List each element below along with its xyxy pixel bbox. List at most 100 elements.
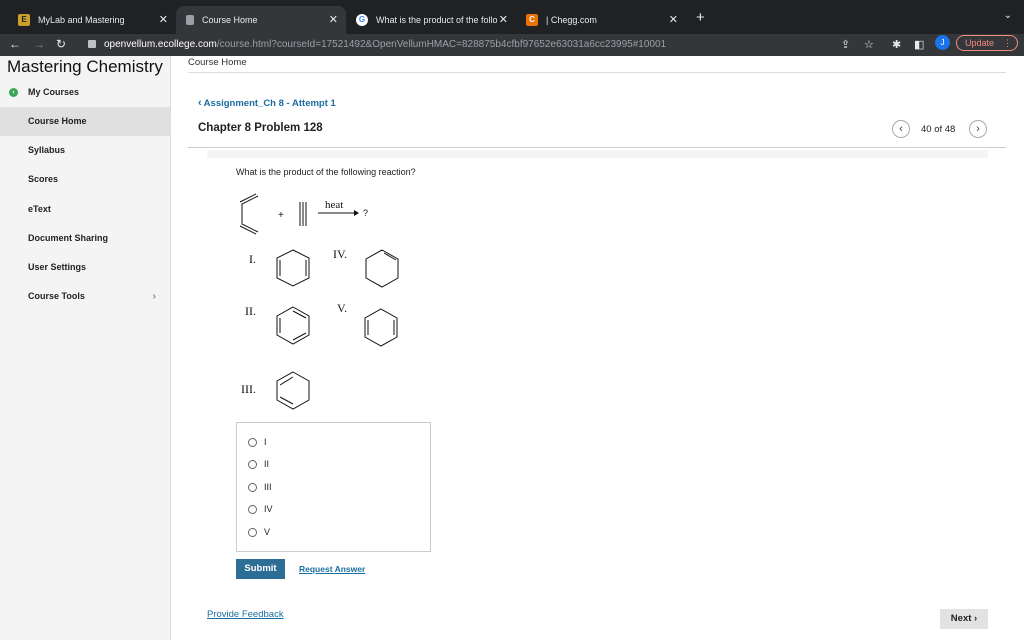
- sidebar: Mastering Chemistry ‹ My Courses Course …: [0, 56, 171, 640]
- tab-google-search[interactable]: G What is the product of the follo ✕: [346, 6, 516, 34]
- reaction-product: ?: [363, 208, 368, 218]
- option-label: V: [264, 527, 271, 537]
- page-icon: [186, 15, 194, 25]
- chevron-right-icon: ›: [152, 291, 156, 302]
- plus-sign: +: [278, 210, 284, 221]
- request-answer-link[interactable]: Request Answer: [299, 564, 365, 574]
- option-label: IV: [264, 504, 273, 514]
- product-structures: I. IV. II. V. III.: [236, 244, 406, 414]
- share-icon[interactable]: ⇪: [841, 38, 850, 51]
- option-label: III: [264, 482, 272, 492]
- tab-label: Course Home: [202, 15, 258, 25]
- radio-button[interactable]: [248, 438, 257, 448]
- sidebar-item-etext[interactable]: eText: [0, 195, 170, 224]
- url-host: openvellum.ecollege.com: [104, 39, 217, 50]
- sidebar-item-course-tools[interactable]: Course Tools ›: [0, 282, 170, 311]
- chevron-left-icon: ‹: [198, 97, 202, 109]
- sidebar-item-label: Course Tools: [28, 291, 85, 301]
- next-label: Next: [950, 613, 972, 624]
- divider: [188, 72, 1006, 73]
- structure-ii: [276, 306, 310, 345]
- tab-mylab[interactable]: E MyLab and Mastering ✕: [8, 6, 176, 34]
- profile-avatar[interactable]: J: [935, 35, 950, 50]
- provide-feedback-link[interactable]: Provide Feedback: [207, 609, 284, 620]
- question-text: What is the product of the following rea…: [236, 167, 416, 177]
- tab-chegg[interactable]: C | Chegg.com ✕: [516, 6, 686, 34]
- sidebar-item-scores[interactable]: Scores: [0, 165, 170, 194]
- address-bar: ← → ↻ openvellum.ecollege.com/course.htm…: [0, 34, 1024, 56]
- star-icon[interactable]: ☆: [864, 38, 874, 51]
- breadcrumb: Course Home: [188, 57, 247, 68]
- option-iv[interactable]: IV: [248, 504, 273, 518]
- arrowhead: [354, 210, 359, 216]
- option-v[interactable]: V: [248, 527, 270, 541]
- option-label: II: [264, 459, 270, 469]
- option-iii[interactable]: III: [248, 482, 272, 496]
- close-tab-icon[interactable]: ✕: [329, 13, 338, 26]
- submit-button[interactable]: Submit: [236, 559, 285, 579]
- close-tab-icon[interactable]: ✕: [159, 13, 168, 26]
- reload-icon[interactable]: ↻: [56, 37, 66, 51]
- tab-label: | Chegg.com: [546, 15, 597, 25]
- sidebar-item-course-home[interactable]: Course Home: [0, 107, 170, 136]
- sidebar-item-document-sharing[interactable]: Document Sharing: [0, 224, 170, 253]
- radio-button[interactable]: [248, 528, 257, 538]
- alkyne-structure: [299, 202, 307, 226]
- sidebar-item-user-settings[interactable]: User Settings: [0, 253, 170, 282]
- sidebar-item-syllabus[interactable]: Syllabus: [0, 136, 170, 165]
- option-label: I: [264, 437, 267, 447]
- google-icon: G: [356, 14, 368, 26]
- sidebar-item-label: Syllabus: [28, 145, 66, 155]
- back-icon[interactable]: ←: [9, 37, 21, 51]
- close-tab-icon[interactable]: ✕: [499, 13, 508, 26]
- pager-count: 40 of 48: [921, 124, 956, 135]
- tab-label: MyLab and Mastering: [38, 15, 125, 25]
- structure-iii: [276, 371, 310, 410]
- assignment-link-label: Assignment_Ch 8 - Attempt 1: [203, 98, 336, 109]
- answer-options: I II III IV V: [236, 422, 431, 552]
- more-icon: ⋮: [1003, 38, 1012, 48]
- update-button[interactable]: Update ⋮: [956, 35, 1018, 51]
- update-label: Update: [965, 38, 995, 48]
- tab-label: What is the product of the follo: [376, 15, 498, 25]
- structure-v: [364, 308, 398, 347]
- sidebar-item-label: eText: [28, 204, 51, 214]
- sidebar-item-label: Document Sharing: [28, 233, 109, 243]
- radio-button[interactable]: [248, 505, 257, 515]
- brand-title: Mastering Chemistry: [7, 57, 163, 76]
- structure-iv: [365, 249, 399, 288]
- chegg-icon: C: [526, 14, 538, 26]
- sidebar-item-label: User Settings: [28, 262, 87, 272]
- chevron-right-icon: ›: [974, 613, 978, 624]
- url-path: /course.html?courseId=17521492&OpenVellu…: [216, 39, 667, 50]
- sidebar-item-my-courses[interactable]: ‹ My Courses: [0, 78, 170, 107]
- structure-drawings: [276, 249, 399, 410]
- chevron-down-icon[interactable]: ⌄: [1004, 10, 1012, 21]
- assignment-link[interactable]: ‹ Assignment_Ch 8 - Attempt 1: [198, 97, 336, 109]
- option-ii[interactable]: II: [248, 459, 269, 473]
- extensions-icon[interactable]: ✱: [892, 38, 901, 51]
- lock-icon: [88, 40, 96, 49]
- sidepanel-icon[interactable]: ◧: [914, 38, 924, 51]
- previous-problem-button[interactable]: ‹: [892, 120, 910, 138]
- radio-button[interactable]: [248, 460, 257, 470]
- close-tab-icon[interactable]: ✕: [669, 13, 678, 26]
- tab-course-home[interactable]: Course Home ✕: [176, 6, 346, 34]
- new-tab-icon[interactable]: +: [696, 9, 705, 26]
- next-problem-button[interactable]: ›: [969, 120, 987, 138]
- sidebar-item-label: Course Home: [28, 116, 87, 126]
- radio-button[interactable]: [248, 483, 257, 493]
- reaction-diagram: + heat ?: [239, 193, 368, 235]
- option-i[interactable]: I: [248, 437, 267, 451]
- content-band: [207, 150, 988, 158]
- back-arrow-icon: ‹: [9, 88, 18, 97]
- forward-icon[interactable]: →: [33, 37, 45, 51]
- sidebar-item-label: Scores: [28, 174, 59, 184]
- diene-structure: [239, 193, 259, 235]
- structure-i: [276, 249, 310, 287]
- page-title: Chapter 8 Problem 128: [198, 122, 323, 134]
- url-field[interactable]: openvellum.ecollege.com/course.html?cour…: [78, 36, 828, 54]
- divider: [188, 147, 1006, 148]
- next-button[interactable]: Next ›: [940, 609, 988, 629]
- sidebar-item-label: My Courses: [28, 87, 80, 97]
